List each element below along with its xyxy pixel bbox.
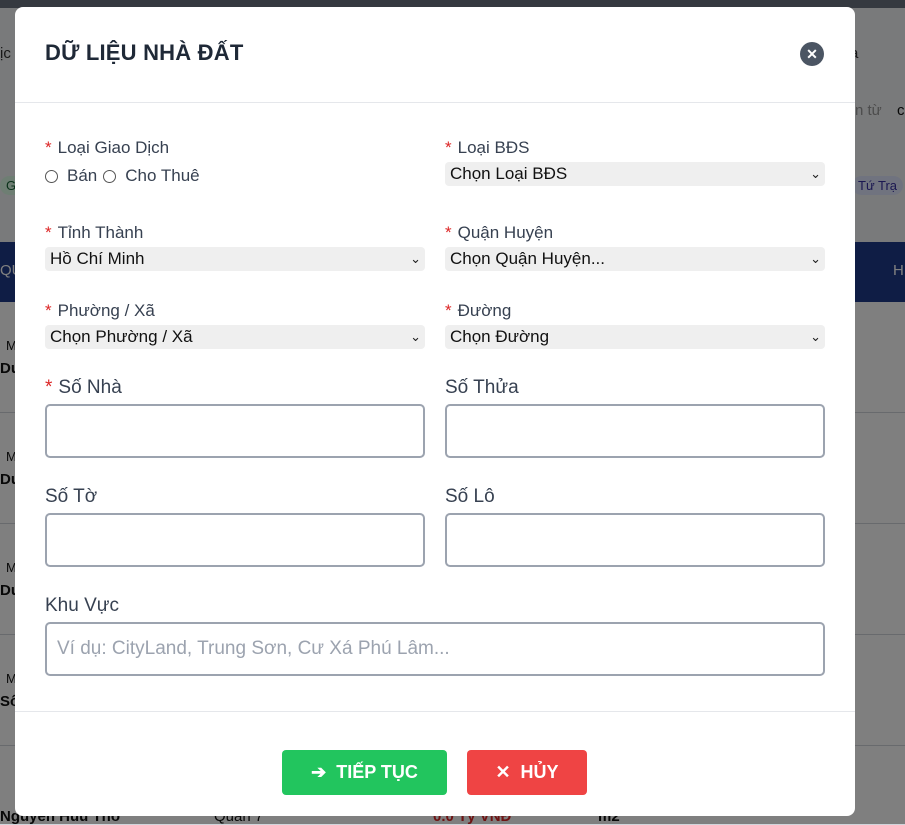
- modal-footer: ➔ TIẾP TỤC ✕ HỦY: [15, 711, 855, 816]
- street-label: * Đường: [445, 301, 511, 321]
- cancel-button-label: HỦY: [520, 762, 559, 782]
- ward-label-text: Phường / Xã: [57, 301, 155, 320]
- required-mark: *: [45, 377, 53, 398]
- province-select[interactable]: Hồ Chí Minh ⌄: [45, 247, 425, 271]
- property-data-modal: DỮ LIỆU NHÀ ĐẤT ✕ * Loại Giao Dịch Bán Ch…: [15, 7, 855, 816]
- required-mark: *: [45, 138, 52, 157]
- continue-button[interactable]: ➔ TIẾP TỤC: [282, 750, 447, 795]
- province-label: * Tỉnh Thành: [45, 223, 143, 243]
- province-label-text: Tỉnh Thành: [57, 223, 144, 242]
- radio-ban-label[interactable]: Bán: [67, 166, 97, 186]
- required-mark: *: [45, 301, 52, 320]
- street-value: Chọn Đường: [450, 327, 550, 346]
- chevron-down-icon: ⌄: [810, 251, 821, 266]
- required-mark: *: [445, 223, 452, 242]
- ward-label: * Phường / Xã: [45, 301, 155, 321]
- sheet-number-label: Số Tờ: [45, 486, 98, 507]
- area-input[interactable]: [45, 622, 825, 676]
- radio-cho-thue[interactable]: [103, 169, 117, 183]
- ward-select[interactable]: Chọn Phường / Xã ⌄: [45, 325, 425, 349]
- continue-button-label: TIẾP TỤC: [336, 762, 418, 782]
- radio-ban[interactable]: [45, 169, 58, 183]
- close-icon: ✕: [806, 45, 818, 62]
- chevron-down-icon: ⌄: [810, 166, 821, 181]
- district-select[interactable]: Chọn Quận Huyện... ⌄: [445, 247, 825, 271]
- x-icon: ✕: [495, 762, 511, 782]
- close-button[interactable]: ✕: [800, 42, 824, 66]
- transaction-type-label-text: Loại Giao Dịch: [57, 138, 170, 157]
- sheet-number-input[interactable]: [45, 513, 425, 567]
- lot-number-input[interactable]: [445, 513, 825, 567]
- required-mark: *: [45, 223, 52, 242]
- modal-title: DỮ LIỆU NHÀ ĐẤT: [45, 40, 244, 65]
- house-number-label: * Số Nhà: [45, 377, 122, 399]
- province-value: Hồ Chí Minh: [50, 249, 145, 268]
- district-label: * Quận Huyện: [445, 223, 553, 243]
- street-select[interactable]: Chọn Đường ⌄: [445, 325, 825, 349]
- required-mark: *: [445, 138, 452, 157]
- plot-number-input[interactable]: [445, 404, 825, 458]
- property-type-select[interactable]: Chọn Loại BĐS ⌄: [445, 162, 825, 186]
- required-mark: *: [445, 301, 452, 320]
- modal-header: DỮ LIỆU NHÀ ĐẤT ✕: [15, 7, 855, 103]
- house-number-label-text: Số Nhà: [58, 377, 122, 398]
- street-label-text: Đường: [457, 301, 512, 320]
- lot-number-label: Số Lô: [445, 486, 495, 507]
- radio-cho-thue-label[interactable]: Cho Thuê: [125, 166, 199, 186]
- area-label: Khu Vực: [45, 595, 119, 616]
- district-value: Chọn Quận Huyện...: [450, 249, 605, 268]
- house-number-input[interactable]: [45, 404, 425, 458]
- district-label-text: Quận Huyện: [457, 223, 554, 242]
- property-type-value: Chọn Loại BĐS: [450, 164, 568, 183]
- transaction-type-radio-group: Bán Cho Thuê: [45, 166, 206, 186]
- chevron-down-icon: ⌄: [810, 329, 821, 344]
- property-type-label-text: Loại BĐS: [457, 138, 530, 157]
- ward-value: Chọn Phường / Xã: [50, 327, 193, 346]
- property-type-label: * Loại BĐS: [445, 138, 529, 158]
- chevron-down-icon: ⌄: [410, 329, 421, 344]
- transaction-type-label: * Loại Giao Dịch: [45, 138, 169, 158]
- plot-number-label: Số Thửa: [445, 377, 519, 398]
- arrow-right-icon: ➔: [311, 762, 327, 782]
- chevron-down-icon: ⌄: [410, 251, 421, 266]
- cancel-button[interactable]: ✕ HỦY: [467, 750, 587, 795]
